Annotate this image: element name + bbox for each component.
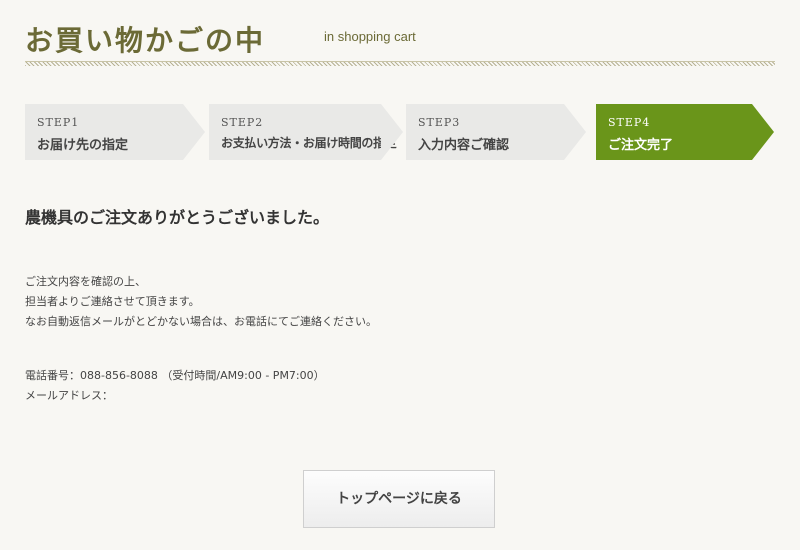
email-info: メールアドレス： [25,389,113,402]
step-label: お届け先の指定 [37,138,129,153]
page-title: お買い物かごの中 [25,24,266,57]
step-label: お支払い方法・お届け時間の指定 [221,136,397,150]
message-line: 担当者よりご連絡させて頂きます。 [25,295,200,308]
confirmation-message: ご注文内容を確認の上、 担当者よりご連絡させて頂きます。 なお自動返信メールがと… [25,272,377,332]
checkout-steps: STEP1 お届け先の指定 STEP2 お支払い方法・お届け時間の指定 STEP… [25,104,775,160]
back-to-top-button[interactable]: トップページに戻る [303,470,495,528]
step-3: STEP3 入力内容ご確認 [406,104,586,160]
step-number: STEP3 [418,116,461,129]
header-divider [25,61,775,66]
step-2: STEP2 お支払い方法・お届け時間の指定 [209,104,403,160]
step-4-current: STEP4 ご注文完了 [596,104,774,160]
step-number: STEP1 [37,116,80,129]
step-number: STEP4 [608,116,651,129]
step-1: STEP1 お届け先の指定 [25,104,205,160]
thank-you-heading: 農機具のご注文ありがとうございました。 [25,208,330,227]
step-label: ご注文完了 [608,138,674,153]
phone-info: 電話番号：088-856-8088 （受付時間/AM9:00 - PM7:00） [25,369,325,382]
contact-info: 電話番号：088-856-8088 （受付時間/AM9:00 - PM7:00）… [25,366,325,406]
page-header: お買い物かごの中 in shopping cart [25,15,775,66]
message-line: なお自動返信メールがとどかない場合は、お電話にてご連絡ください。 [25,315,377,328]
message-line: ご注文内容を確認の上、 [25,275,146,288]
page-subtitle: in shopping cart [324,29,416,44]
step-number: STEP2 [221,116,264,129]
step-label: 入力内容ご確認 [418,138,510,153]
